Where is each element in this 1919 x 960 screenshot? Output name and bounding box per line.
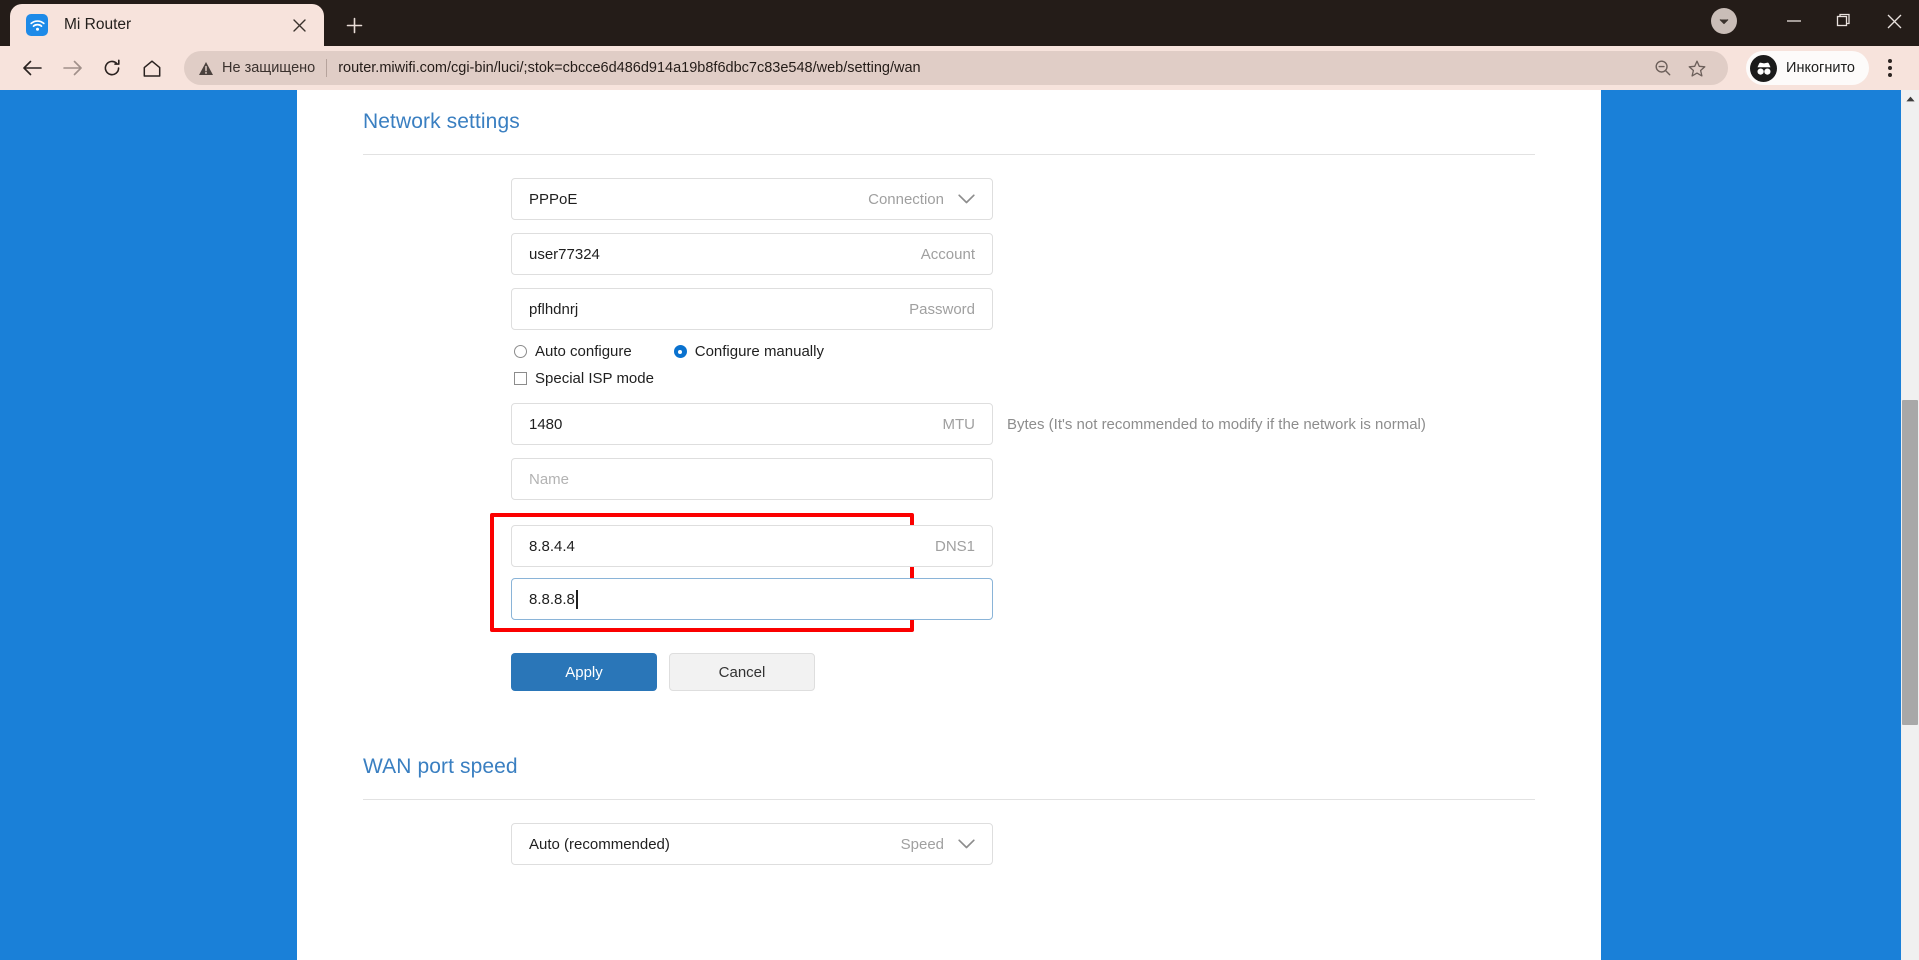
dns2-input[interactable]: 8.8.8.8 <box>511 578 993 620</box>
network-settings-form: PPPoE Connection user77324 Account pflhd… <box>363 155 1535 691</box>
reload-icon[interactable] <box>92 50 132 86</box>
omnibox-divider <box>326 59 328 77</box>
address-bar[interactable]: Не защищено router.miwifi.com/cgi-bin/lu… <box>184 51 1729 85</box>
back-arrow-icon[interactable] <box>12 50 52 86</box>
window-controls <box>1711 0 1919 42</box>
name-row: Name <box>511 458 1535 500</box>
connection-row: PPPoE Connection <box>511 178 1535 220</box>
close-icon[interactable] <box>286 12 312 38</box>
dns2-row: 8.8.8.8 <box>511 578 993 620</box>
security-status-text: Не защищено <box>222 60 316 76</box>
name-placeholder: Name <box>529 470 570 488</box>
dns1-value: 8.8.4.4 <box>529 537 575 555</box>
menu-dot <box>1888 59 1892 63</box>
radio-configure-manually[interactable]: Configure manually <box>673 343 824 360</box>
avatar <box>1750 54 1778 82</box>
dns-highlight-box: 8.8.4.4 DNS1 8.8.8.8 <box>490 513 993 632</box>
maximize-button[interactable] <box>1819 0 1869 42</box>
new-tab-button[interactable] <box>338 9 370 41</box>
mtu-row: 1480 MTU Bytes (It's not recommended to … <box>511 403 1535 445</box>
apply-button[interactable]: Apply <box>511 653 657 691</box>
navigation-toolbar: Не защищено router.miwifi.com/cgi-bin/lu… <box>0 46 1919 90</box>
page-viewport: Network settings PPPoE Connection user77… <box>0 90 1919 960</box>
wan-port-speed-section: WAN port speed Auto (recommended) Speed <box>297 691 1601 865</box>
mtu-hint: Bytes (It's not recommended to modify if… <box>1007 415 1426 433</box>
router-settings-panel: Network settings PPPoE Connection user77… <box>297 90 1601 960</box>
chevron-down-icon <box>958 839 975 849</box>
dns2-value: 8.8.8.8 <box>529 590 575 608</box>
not-secure-warning-icon <box>198 61 214 76</box>
speed-value: Auto (recommended) <box>529 835 670 853</box>
omnibox-actions <box>1646 51 1714 85</box>
menu-dot <box>1888 66 1892 70</box>
star-icon[interactable] <box>1680 51 1714 85</box>
dns1-label: DNS1 <box>934 537 975 555</box>
wifi-icon <box>26 14 48 36</box>
radio-icon-selected <box>673 345 687 358</box>
incognito-indicator[interactable]: Инкогнито <box>1746 51 1869 85</box>
chevron-down-icon <box>958 194 975 204</box>
text-cursor <box>575 589 578 609</box>
network-settings-section: Network settings PPPoE Connection user77… <box>297 90 1601 691</box>
scrollbar-thumb[interactable] <box>1902 400 1918 725</box>
menu-dot <box>1888 73 1892 77</box>
radio-auto-configure[interactable]: Auto configure <box>514 343 632 360</box>
account-row: user77324 Account <box>511 233 1535 275</box>
radio-icon <box>514 345 527 358</box>
incognito-label: Инкогнито <box>1786 60 1855 76</box>
connection-select[interactable]: PPPoE Connection <box>511 178 993 220</box>
speed-select[interactable]: Auto (recommended) Speed <box>511 823 993 865</box>
speed-row: Auto (recommended) Speed <box>511 823 1535 865</box>
checkbox-icon <box>514 372 527 385</box>
dns1-row: 8.8.4.4 DNS1 <box>511 525 993 567</box>
name-input[interactable]: Name <box>511 458 993 500</box>
account-input[interactable]: user77324 Account <box>511 233 993 275</box>
page-scrollbar[interactable] <box>1901 90 1919 960</box>
password-label: Password <box>909 300 975 318</box>
close-window-button[interactable] <box>1869 0 1919 42</box>
chevron-down-icon[interactable] <box>1711 8 1737 34</box>
cancel-button[interactable]: Cancel <box>669 653 815 691</box>
browser-tab-mi-router[interactable]: Mi Router <box>10 4 324 46</box>
minimize-button[interactable] <box>1769 0 1819 42</box>
dns1-input[interactable]: 8.8.4.4 DNS1 <box>511 525 993 567</box>
mtu-input[interactable]: 1480 MTU <box>511 403 993 445</box>
tab-title: Mi Router <box>64 16 132 33</box>
special-isp-mode-checkbox[interactable]: Special ISP mode <box>514 370 1535 387</box>
scroll-up-arrow-icon[interactable] <box>1901 90 1919 108</box>
browser-window: Mi Router Не защищено router.miwifi.com/… <box>0 0 1919 960</box>
page-title: Network settings <box>363 110 520 133</box>
tab-strip: Mi Router <box>0 0 1919 46</box>
mtu-label: MTU <box>942 415 976 433</box>
radio-configure-manually-label: Configure manually <box>694 343 824 360</box>
special-isp-mode-label: Special ISP mode <box>535 370 654 387</box>
zoom-out-icon[interactable] <box>1646 51 1680 85</box>
connection-label: Connection <box>868 190 944 208</box>
forward-arrow-icon[interactable] <box>52 50 92 86</box>
password-input[interactable]: pflhdnrj Password <box>511 288 993 330</box>
speed-label: Speed <box>900 835 944 853</box>
radio-auto-configure-label: Auto configure <box>535 343 632 360</box>
account-value: user77324 <box>529 245 600 263</box>
password-value: pflhdnrj <box>529 300 579 318</box>
connection-value: PPPoE <box>529 190 578 208</box>
mtu-value: 1480 <box>529 415 563 433</box>
wan-port-speed-form: Auto (recommended) Speed <box>363 800 1535 865</box>
browser-menu-button[interactable] <box>1873 51 1907 85</box>
account-label: Account <box>920 245 975 263</box>
wan-port-speed-title: WAN port speed <box>363 755 518 778</box>
home-icon[interactable] <box>132 50 172 86</box>
form-actions: Apply Cancel <box>511 653 1535 691</box>
config-mode-radio-group: Auto configure Configure manually <box>514 343 1535 360</box>
url-text: router.miwifi.com/cgi-bin/luci/;stok=cbc… <box>338 60 921 76</box>
password-row: pflhdnrj Password <box>511 288 1535 330</box>
